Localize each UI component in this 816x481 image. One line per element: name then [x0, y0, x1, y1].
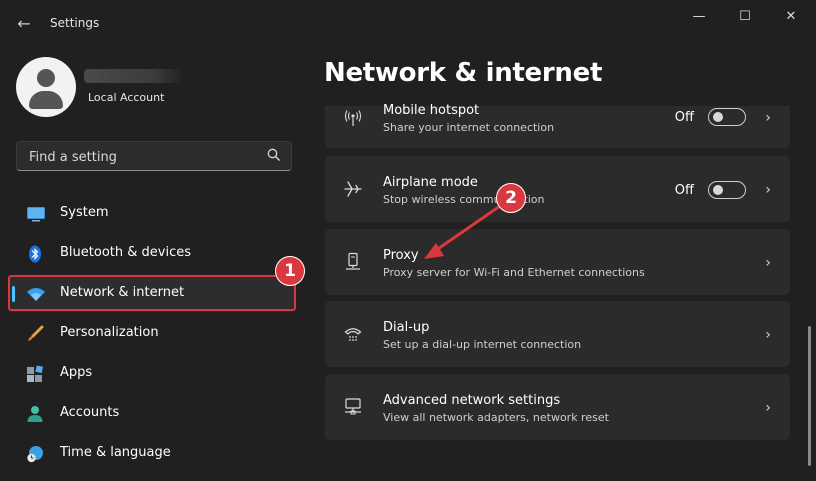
scrollbar-thumb[interactable]	[808, 326, 811, 466]
annotation-badge-2: 2	[496, 183, 526, 213]
annotation-arrow	[424, 204, 501, 259]
